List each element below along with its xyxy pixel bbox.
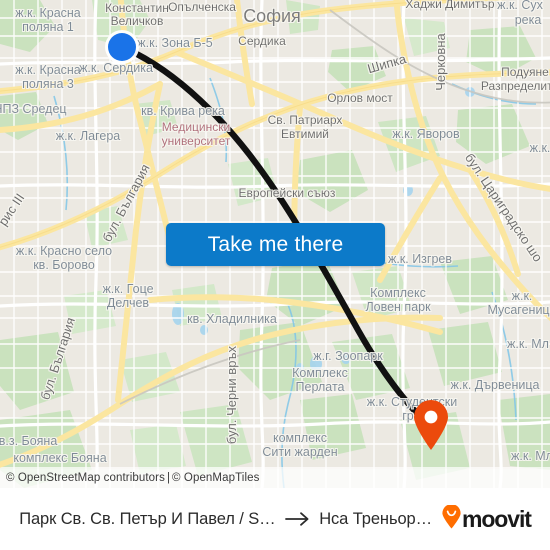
map-label: ж.к. — [512, 289, 533, 303]
map-label: кв. Хладилника — [187, 312, 277, 326]
origin-station-label: Парк Св. Св. Петър И Павел / Sai… — [19, 509, 278, 528]
map-label: ж.к. Красна — [15, 6, 81, 20]
moovit-logo[interactable]: moovit — [442, 503, 532, 534]
map-label: Мусагеница — [487, 303, 550, 317]
map-label: Комплекс — [370, 286, 426, 300]
take-me-there-button[interactable]: Take me there — [166, 223, 385, 266]
map-label: ж.к. — [530, 141, 550, 155]
moovit-wordmark: moovit — [462, 505, 532, 532]
moovit-pin-icon — [442, 503, 461, 534]
map-label: Ловен парк — [365, 300, 431, 314]
map-view[interactable]: ж.к. Красна поляна 1 Константин Величков Опъ… — [0, 0, 550, 488]
map-label: ж.к. Зона Б-5 — [137, 36, 212, 50]
destination-station-label: Нса Треньор… — [319, 509, 432, 528]
map-label: Комплекс — [292, 366, 348, 380]
map-label: Опълченска — [168, 0, 236, 14]
map-label: поляна 1 — [22, 20, 74, 34]
map-label: университет — [162, 134, 231, 148]
map-label: река — [515, 13, 542, 27]
map-label: Сердика — [238, 34, 286, 48]
map-label: Медицински — [162, 120, 230, 134]
map-label: Константин — [105, 1, 169, 15]
osm-attribution-link[interactable]: © OpenStreetMap contributors — [6, 472, 165, 484]
map-label: НПЗ Средец — [0, 102, 67, 116]
map-label: Подуяне — [501, 65, 549, 79]
map-label: Сити жарден — [262, 445, 337, 459]
map-label: ж.к. Дървеница — [451, 378, 540, 392]
map-label: Черковна — [433, 32, 448, 90]
map-label: Делчев — [107, 296, 149, 310]
route-summary-bar: Парк Св. Св. Петър И Павел / Sai… Нса Тр… — [0, 488, 550, 550]
map-label: кв. Крива река — [141, 104, 225, 118]
arrow-right-icon — [285, 511, 311, 527]
map-attribution: © OpenStreetMap contributors | © OpenMapTi… — [0, 469, 550, 488]
map-label: ж.к. Изгрев — [388, 252, 452, 266]
map-label: ж.к. Яворов — [392, 127, 460, 141]
openmaptiles-attribution-link[interactable]: © OpenMapTiles — [172, 472, 259, 484]
map-label: ж.к. Сух — [497, 0, 544, 12]
attribution-separator: | — [166, 472, 171, 484]
map-label: поляна 3 — [22, 77, 74, 91]
map-label: Евтимий — [281, 127, 329, 141]
map-label: София — [243, 6, 301, 26]
map-label: ж.к. Мл — [507, 337, 549, 351]
map-label: Перлата — [296, 380, 345, 394]
map-label: кв. Борово — [33, 258, 95, 272]
map-label: ж.к. Красна — [15, 63, 81, 77]
map-label: ж.г. Зоопарк — [313, 349, 383, 363]
map-label: Хаджи Димитър — [405, 0, 495, 11]
map-label: бул. Черни връх — [224, 345, 239, 444]
map-label: ж.к. Красно село — [16, 244, 112, 258]
origin-dot[interactable] — [105, 30, 139, 64]
map-label: ж.к. Гоце — [102, 282, 153, 296]
moovit-route-screen: ж.к. Красна поляна 1 Константин Величков Опъ… — [0, 0, 550, 550]
map-label: Орлов мост — [327, 91, 393, 105]
map-label: Разпределителна — [481, 79, 550, 93]
map-label: Европейски съюз — [239, 186, 336, 200]
map-label: ж.к. Сердика — [79, 61, 153, 75]
map-label: ж.к. Мл — [511, 449, 550, 463]
map-label: Св. Патриарх — [268, 113, 343, 127]
map-label: комплекс — [273, 431, 327, 445]
map-label: Величков — [111, 14, 164, 28]
map-label: в.з. Бояна — [0, 434, 57, 448]
map-label: гр — [402, 409, 414, 423]
map-label: ж.к. Лагера — [56, 129, 121, 143]
map-label: комплекс Бояна — [13, 451, 106, 465]
